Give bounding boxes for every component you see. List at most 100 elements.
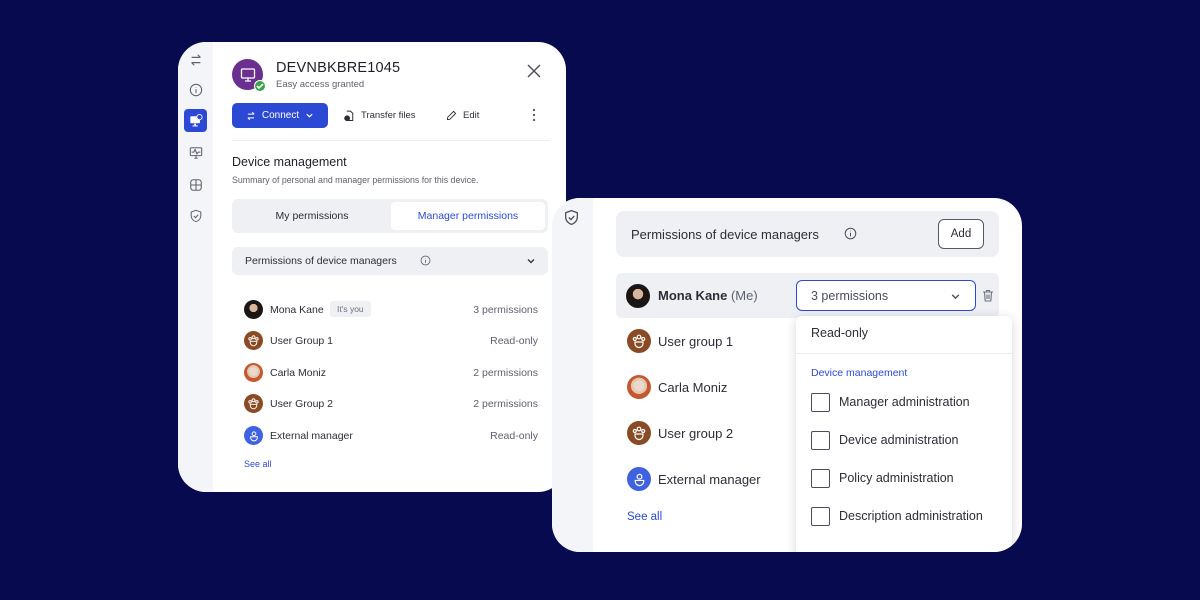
transfer-arrows-icon xyxy=(247,111,255,120)
accordion-label: Permissions of device managers xyxy=(245,255,397,267)
me-suffix: (Me) xyxy=(730,288,758,303)
option-group-label: Device management xyxy=(811,367,908,379)
option-policy-administration[interactable]: Policy administration xyxy=(811,468,954,488)
permissions-dropdown: Read-only Device management Manager admi… xyxy=(796,316,1012,552)
manager-name: Mona Kane xyxy=(270,304,324,316)
group-icon xyxy=(632,334,646,349)
device-status: Easy access granted xyxy=(276,79,365,90)
avatar xyxy=(627,375,651,399)
tab-manager-permissions[interactable]: Manager permissions xyxy=(391,202,545,230)
option-label: Policy administration xyxy=(839,471,954,485)
info-icon[interactable] xyxy=(844,227,857,240)
permission-value: Read-only xyxy=(490,430,538,442)
more-options-icon[interactable] xyxy=(528,108,540,122)
manager-name: External manager xyxy=(270,430,353,442)
grid-icon[interactable] xyxy=(184,173,207,196)
external-avatar xyxy=(244,426,263,445)
avatar xyxy=(244,363,263,382)
see-all-link[interactable]: See all xyxy=(627,511,662,523)
person-icon xyxy=(634,473,644,486)
checkbox[interactable] xyxy=(811,506,830,526)
manager-name: User Group 1 xyxy=(270,335,334,347)
list-item[interactable]: Carla Moniz 2 permissions xyxy=(244,362,538,384)
manager-name: External manager xyxy=(658,472,761,487)
option-description-administration[interactable]: Description administration xyxy=(811,506,983,526)
list-item[interactable]: Carla Moniz xyxy=(627,375,797,401)
current-user-row: Mona Kane (Me) 3 permissions xyxy=(616,273,999,318)
file-transfer-icon xyxy=(344,110,354,121)
group-avatar xyxy=(244,394,263,413)
permission-value: 3 permissions xyxy=(473,304,538,316)
monitor-icon xyxy=(240,67,255,82)
status-check-icon xyxy=(254,80,266,92)
device-icon[interactable] xyxy=(184,109,207,132)
list-item[interactable]: External manager Read-only xyxy=(244,425,538,447)
shield-check-icon[interactable] xyxy=(563,209,580,226)
list-item[interactable]: User Group 1 Read-only xyxy=(244,330,538,352)
permissions-select[interactable]: 3 permissions xyxy=(796,280,976,311)
transfer-files-label: Transfer files xyxy=(361,110,416,121)
permission-value: 2 permissions xyxy=(473,398,538,410)
see-all-link[interactable]: See all xyxy=(244,459,272,469)
manager-name-text: Mona Kane xyxy=(658,288,728,303)
checkbox[interactable] xyxy=(811,392,830,412)
avatar xyxy=(244,300,263,319)
side-rail xyxy=(178,42,213,492)
monitor-activity-icon[interactable] xyxy=(184,141,207,164)
permission-value: 2 permissions xyxy=(473,367,538,379)
list-item[interactable]: User group 1 xyxy=(627,329,797,355)
manager-name: Carla Moniz xyxy=(658,380,728,395)
section-title: Device management xyxy=(232,155,347,169)
tab-my-permissions[interactable]: My permissions xyxy=(235,202,389,230)
shield-check-icon[interactable] xyxy=(184,204,207,227)
permission-value: Read-only xyxy=(490,335,538,347)
transfer-arrows-icon[interactable] xyxy=(184,48,207,71)
connect-button[interactable]: Connect xyxy=(232,103,328,128)
manager-name: Carla Moniz xyxy=(270,367,327,379)
group-avatar xyxy=(627,421,651,445)
list-item[interactable]: Mona Kane It's you 3 permissions xyxy=(244,299,538,321)
chevron-down-icon xyxy=(527,259,535,264)
section-subtitle: Summary of personal and manager permissi… xyxy=(232,175,479,185)
avatar xyxy=(626,284,650,308)
side-rail xyxy=(552,198,593,552)
checkbox[interactable] xyxy=(811,430,830,450)
device-avatar xyxy=(232,59,266,92)
manager-name: User group 2 xyxy=(658,426,734,441)
manager-name: Mona Kane (Me) xyxy=(658,288,758,303)
info-icon[interactable] xyxy=(420,255,431,266)
manager-name: User group 1 xyxy=(658,334,734,349)
manager-permissions-panel: Permissions of device managers Add Mona … xyxy=(552,198,1022,552)
option-label: Description administration xyxy=(839,509,983,523)
manager-name: User Group 2 xyxy=(270,398,334,410)
pencil-icon xyxy=(446,110,457,121)
close-icon[interactable] xyxy=(525,62,543,80)
permissions-tabs: My permissions Manager permissions xyxy=(232,199,548,233)
list-item[interactable]: External manager xyxy=(627,467,797,493)
device-details-panel: DEVNBKBRE1045 Easy access granted Connec… xyxy=(178,42,566,492)
edit-button[interactable]: Edit xyxy=(446,103,479,128)
list-item[interactable]: User Group 2 2 permissions xyxy=(244,393,538,415)
connect-label: Connect xyxy=(261,110,300,121)
transfer-files-button[interactable]: Transfer files xyxy=(343,103,416,128)
trash-icon[interactable] xyxy=(982,289,994,302)
option-label: Device administration xyxy=(839,433,959,447)
managers-accordion[interactable]: Permissions of device managers xyxy=(232,247,548,275)
list-item[interactable]: User group 2 xyxy=(627,421,797,447)
checkbox[interactable] xyxy=(811,468,830,488)
external-avatar xyxy=(627,467,651,491)
edit-label: Edit xyxy=(463,110,480,121)
option-label: Manager administration xyxy=(839,395,970,409)
divider xyxy=(796,353,1012,354)
group-icon xyxy=(248,335,259,347)
managers-header: Permissions of device managers Add xyxy=(616,211,999,257)
info-icon[interactable] xyxy=(184,78,207,101)
group-icon xyxy=(632,426,646,441)
option-manager-administration[interactable]: Manager administration xyxy=(811,392,970,412)
group-avatar xyxy=(244,331,263,350)
option-device-administration[interactable]: Device administration xyxy=(811,430,959,450)
person-icon xyxy=(249,430,258,441)
add-button[interactable]: Add xyxy=(938,219,984,249)
chevron-down-icon xyxy=(306,113,313,118)
option-read-only[interactable]: Read-only xyxy=(811,326,868,340)
